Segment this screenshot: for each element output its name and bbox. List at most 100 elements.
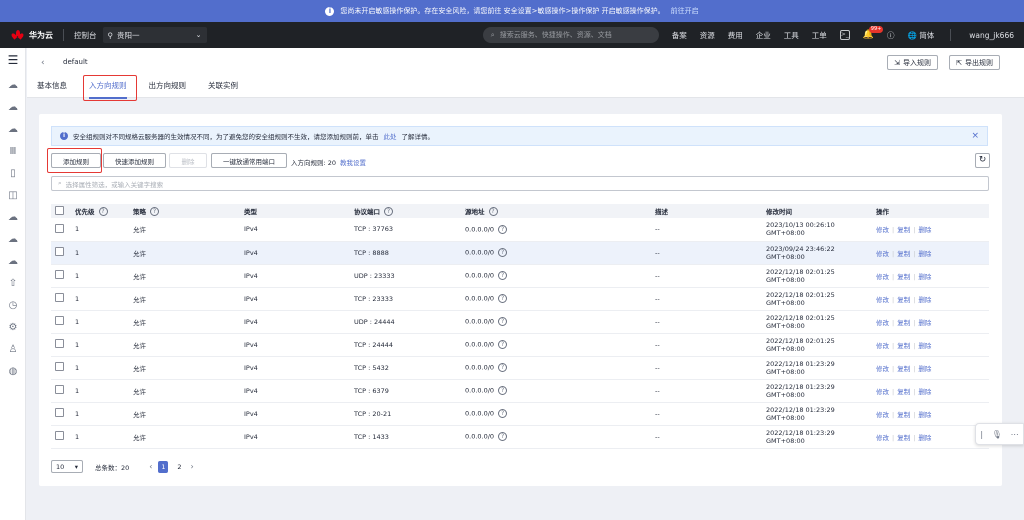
copy-link[interactable]: 复制	[897, 250, 910, 258]
modify-link[interactable]: 修改	[876, 226, 889, 234]
tutorial-link[interactable]: 教我设置	[340, 159, 366, 167]
copy-link[interactable]: 复制	[897, 365, 910, 373]
user-menu[interactable]: wang_jk666	[969, 31, 1014, 40]
huawei-logo-icon[interactable]	[10, 29, 25, 41]
modify-link[interactable]: 修改	[876, 365, 889, 373]
delete-link[interactable]: 删除	[918, 250, 931, 258]
modify-link[interactable]: 修改	[876, 319, 889, 327]
help-icon[interactable]: ?	[384, 207, 393, 217]
column-header-priority[interactable]: 优先级	[75, 208, 95, 216]
row-checkbox[interactable]	[55, 431, 64, 440]
filter-search-input[interactable]: ⌕ 选择属性筛选，或输入关键字搜索	[51, 176, 989, 191]
cloud-storage-icon[interactable]: ☁	[7, 102, 19, 114]
global-network-icon[interactable]: ◍	[7, 366, 19, 378]
nav-link-filing[interactable]: 备案	[672, 30, 687, 41]
tab-basic-info[interactable]: 基本信息	[37, 80, 67, 99]
brand-name[interactable]: 华为云	[29, 30, 53, 41]
cloud-server-icon[interactable]: ☁	[7, 80, 19, 92]
copy-link[interactable]: 复制	[897, 296, 910, 304]
row-checkbox[interactable]	[55, 385, 64, 394]
refresh-button[interactable]: ↻	[975, 153, 990, 168]
delete-link[interactable]: 删除	[918, 319, 931, 327]
delete-link[interactable]: 删除	[918, 411, 931, 419]
next-page-icon[interactable]: ›	[190, 462, 193, 471]
cloud-icon[interactable]: ☁	[7, 212, 19, 224]
page-size-select[interactable]: 10 ▾	[51, 460, 83, 473]
delete-link[interactable]: 删除	[918, 388, 931, 396]
row-checkbox[interactable]	[55, 247, 64, 256]
layers-icon[interactable]: ◫	[7, 190, 19, 202]
help-icon[interactable]: ?	[498, 363, 508, 372]
help-icon[interactable]: ?	[498, 248, 508, 257]
modify-link[interactable]: 修改	[876, 434, 889, 442]
nav-link-tools[interactable]: 工具	[784, 30, 799, 41]
copy-link[interactable]: 复制	[897, 226, 910, 234]
row-checkbox[interactable]	[55, 408, 64, 417]
help-icon[interactable]: ⓘ	[887, 30, 895, 41]
user-group-icon[interactable]: ♙	[7, 344, 19, 356]
row-checkbox[interactable]	[55, 362, 64, 371]
prev-page-icon[interactable]: ‹	[149, 462, 152, 471]
settings-icon[interactable]: ⚙	[7, 322, 19, 334]
drag-handle-icon[interactable]: |	[980, 430, 983, 439]
row-checkbox[interactable]	[55, 223, 64, 233]
delete-link[interactable]: 删除	[918, 226, 931, 234]
row-checkbox[interactable]	[55, 270, 64, 279]
copy-link[interactable]: 复制	[897, 342, 910, 350]
console-link[interactable]: 控制台	[74, 30, 97, 41]
notification-bell-icon[interactable]: 🔔 99+	[863, 26, 884, 40]
row-checkbox[interactable]	[55, 316, 64, 325]
copy-link[interactable]: 复制	[897, 319, 910, 327]
delete-link[interactable]: 删除	[918, 434, 931, 442]
delete-button[interactable]: 删除	[169, 153, 207, 168]
help-icon[interactable]: ?	[98, 207, 108, 217]
delete-link[interactable]: 删除	[918, 365, 931, 373]
help-icon[interactable]: ?	[498, 409, 508, 418]
modify-link[interactable]: 修改	[876, 342, 889, 350]
page-1[interactable]: 1	[158, 460, 169, 473]
nav-link-billing[interactable]: 费用	[728, 30, 743, 41]
row-checkbox[interactable]	[55, 339, 64, 348]
select-all-checkbox[interactable]	[55, 205, 64, 215]
bars-chart-icon[interactable]: Ⅲ	[7, 146, 19, 158]
delete-link[interactable]: 删除	[918, 342, 931, 350]
document-icon[interactable]: ▯	[7, 168, 19, 180]
copy-link[interactable]: 复制	[897, 388, 910, 396]
region-selector[interactable]: ⚲ 贵阳一 ⌄	[102, 27, 207, 43]
modify-link[interactable]: 修改	[876, 296, 889, 304]
upload-icon[interactable]: ⇧	[7, 278, 19, 290]
modify-link[interactable]: 修改	[876, 273, 889, 281]
cloud-database-icon[interactable]: ☁	[7, 234, 19, 246]
quick-add-rule-button[interactable]: 快速添加规则	[103, 153, 166, 168]
row-checkbox[interactable]	[55, 293, 64, 302]
import-rules-button[interactable]: ⇲ 导入规则	[887, 55, 938, 70]
global-search-input[interactable]: ⌕ 搜索云服务、快捷操作、资源、文档	[482, 27, 659, 43]
close-icon[interactable]: ×	[971, 131, 979, 141]
language-switch[interactable]: 🌐 简体	[908, 30, 935, 41]
help-icon[interactable]: ?	[498, 224, 508, 234]
notice-link[interactable]: 前往开启	[671, 6, 699, 16]
column-header-source[interactable]: 源地址	[465, 208, 485, 216]
nav-link-resources[interactable]: 资源	[700, 30, 715, 41]
help-icon[interactable]: ?	[498, 271, 508, 280]
alert-link[interactable]: 此处	[384, 131, 397, 141]
nav-link-tickets[interactable]: 工单	[812, 30, 827, 41]
column-header-type[interactable]: 类型	[244, 208, 257, 216]
more-icon[interactable]: ⋯	[1011, 430, 1019, 439]
nav-link-enterprise[interactable]: 企业	[756, 30, 771, 41]
copy-link[interactable]: 复制	[897, 411, 910, 419]
help-icon[interactable]: ?	[498, 317, 508, 326]
tab-associated-instances[interactable]: 关联实例	[208, 80, 238, 99]
page-2[interactable]: 2	[174, 461, 184, 473]
column-header-policy[interactable]: 策略	[133, 208, 146, 216]
cloud-cdn-icon[interactable]: ☁	[7, 256, 19, 268]
menu-icon[interactable]: ☰	[7, 54, 19, 66]
open-common-ports-button[interactable]: 一键放通常用端口	[211, 153, 287, 168]
microphone-icon[interactable]: 🎙	[992, 430, 1002, 439]
clock-icon[interactable]: ◷	[7, 300, 19, 312]
help-icon[interactable]: ?	[498, 340, 508, 349]
help-icon[interactable]: ?	[498, 294, 508, 303]
copy-link[interactable]: 复制	[897, 434, 910, 442]
help-icon[interactable]: ?	[498, 386, 508, 395]
column-header-modified-time[interactable]: 修改时间	[766, 208, 792, 216]
